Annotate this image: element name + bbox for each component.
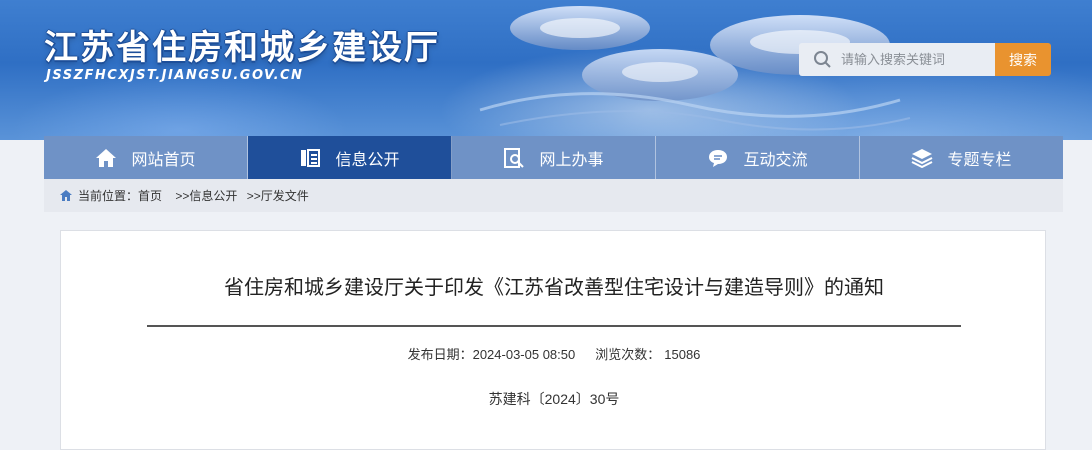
breadcrumb-item-home[interactable]: 首页: [138, 187, 162, 204]
views-label: 浏览次数：: [595, 347, 661, 362]
breadcrumb: 当前位置： 首页 >>信息公开 >>厅发文件: [44, 179, 1063, 212]
nav-item-online-services[interactable]: 网上办事: [452, 136, 656, 179]
nav-item-label: 信息公开: [335, 149, 400, 169]
nav-item-info-disclosure[interactable]: 信息公开: [248, 136, 452, 179]
article-panel: 省住房和城乡建设厅关于印发《江苏省改善型住宅设计与建造导则》的通知 发布日期：2…: [60, 230, 1046, 450]
publish-date: 2024-03-05 08:50: [472, 347, 576, 362]
nav-item-label: 网上办事: [539, 149, 604, 169]
layers-icon: [912, 148, 933, 168]
nav-item-label: 互动交流: [743, 149, 808, 169]
article-meta: 发布日期：2024-03-05 08:50 浏览次数： 15086: [61, 344, 1047, 363]
breadcrumb-item-dept-documents[interactable]: >>厅发文件: [243, 187, 309, 204]
site-domain: JSSZFHCXJST.JIANGSU.GOV.CN: [46, 68, 304, 83]
home-icon: [60, 190, 72, 201]
nav-item-interaction[interactable]: 互动交流: [656, 136, 860, 179]
main-nav: 网站首页 信息公开 网上办事 互动交流 专题专栏: [44, 136, 1063, 179]
home-icon: [96, 148, 117, 167]
site-header: 江苏省住房和城乡建设厅 JSSZFHCXJST.JIANGSU.GOV.CN 搜…: [0, 0, 1092, 140]
search-document-icon: [504, 147, 525, 168]
breadcrumb-prefix: 当前位置：: [78, 189, 139, 203]
nav-item-label: 网站首页: [131, 149, 196, 169]
search-icon: [814, 51, 831, 68]
nav-item-home[interactable]: 网站首页: [44, 136, 248, 179]
search-button[interactable]: 搜索: [995, 43, 1051, 76]
views-count: 15086: [664, 347, 701, 362]
chat-bubble-icon: [709, 149, 728, 167]
site-title: 江苏省住房和城乡建设厅: [44, 28, 440, 68]
nav-item-label: 专题专栏: [947, 149, 1012, 169]
document-number: 苏建科〔2024〕30号: [488, 391, 620, 407]
article-title: 省住房和城乡建设厅关于印发《江苏省改善型住宅设计与建造导则》的通知: [224, 277, 884, 299]
publish-date-label: 发布日期：: [407, 347, 473, 362]
breadcrumb-item-info-disclosure[interactable]: >>信息公开: [172, 187, 237, 204]
nav-item-special-topics[interactable]: 专题专栏: [860, 136, 1063, 179]
document-list-icon: [301, 148, 321, 167]
title-divider: [147, 325, 961, 327]
